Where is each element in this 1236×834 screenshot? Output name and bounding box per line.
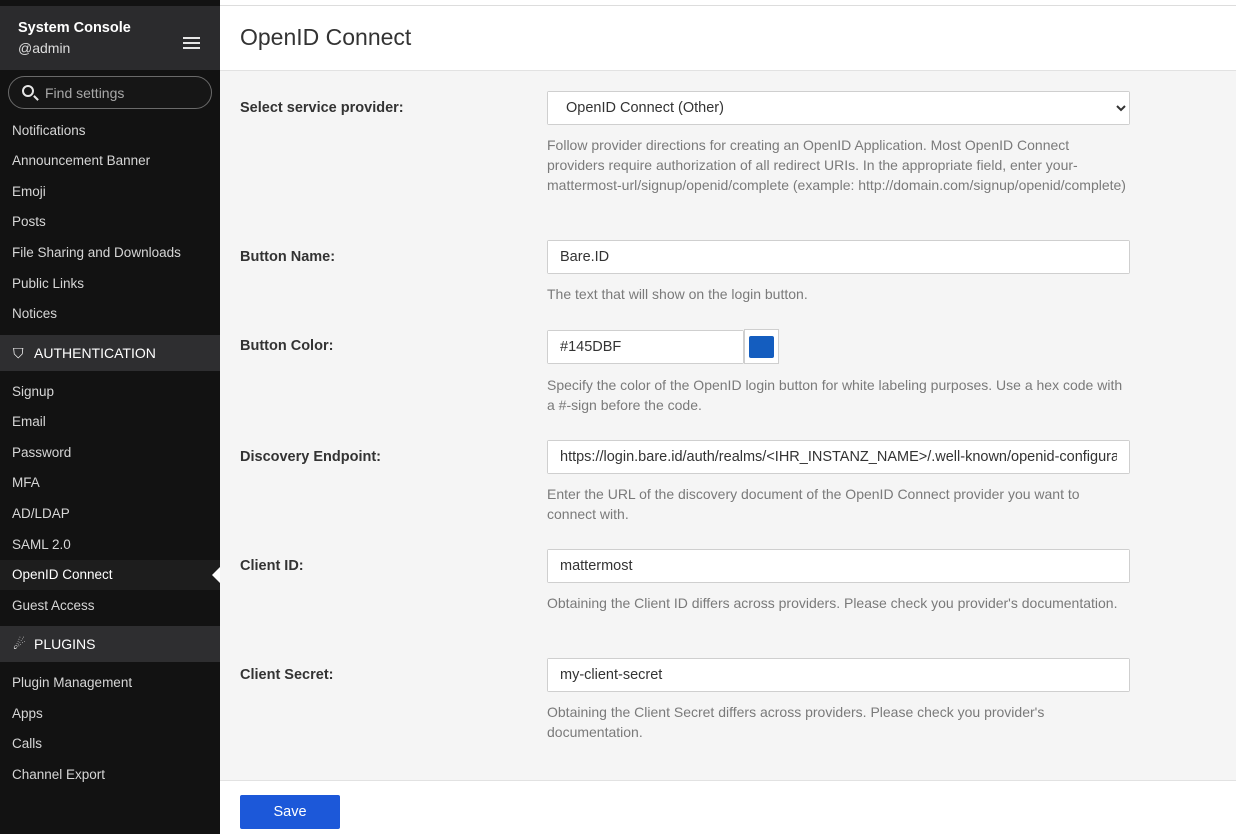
- console-title: System Console: [18, 20, 131, 36]
- sidebar-item-password[interactable]: Password: [0, 438, 220, 468]
- client-secret-label: Client Secret:: [240, 667, 334, 683]
- discovery-help: Enter the URL of the discovery document …: [547, 486, 1080, 522]
- client-secret-wrapper: [547, 658, 1130, 692]
- color-picker-button[interactable]: [744, 329, 779, 364]
- hamburger-menu-icon[interactable]: [183, 37, 200, 49]
- sidebar-item-email[interactable]: Email: [0, 407, 220, 437]
- current-user: @admin: [18, 40, 71, 56]
- page-title: OpenID Connect: [240, 24, 412, 50]
- discovery-label: Discovery Endpoint:: [240, 449, 381, 465]
- plug-icon: ☄: [13, 636, 26, 652]
- provider-label: Select service provider:: [240, 100, 404, 116]
- provider-select[interactable]: OpenID Connect (Other): [548, 92, 1129, 124]
- sidebar-header: System Console @admin: [0, 6, 220, 70]
- button-color-wrapper: [547, 330, 744, 364]
- provider-help: Follow provider directions for creating …: [547, 137, 1126, 193]
- shield-icon: ⛉: [13, 345, 24, 361]
- sidebar-item-signup[interactable]: Signup: [0, 377, 220, 407]
- settings-search[interactable]: [8, 76, 212, 109]
- client-id-input[interactable]: [548, 550, 1129, 582]
- main-content: OpenID Connect Select service provider: …: [220, 0, 1236, 834]
- section-label: PLUGINS: [34, 636, 96, 652]
- sidebar-item-emoji[interactable]: Emoji: [0, 177, 220, 207]
- button-color-label: Button Color:: [240, 338, 334, 354]
- page-header: OpenID Connect: [220, 6, 1236, 71]
- sidebar-item-notices[interactable]: Notices: [0, 299, 220, 329]
- search-icon: [22, 85, 34, 97]
- sidebar-item-posts[interactable]: Posts: [0, 207, 220, 237]
- settings-search-input[interactable]: [45, 83, 205, 103]
- sidebar-section-authentication: ⛉ AUTHENTICATION: [0, 335, 220, 371]
- sidebar-item-file-sharing[interactable]: File Sharing and Downloads: [0, 238, 220, 268]
- button-color-help: Specify the color of the OpenID login bu…: [547, 377, 1123, 413]
- client-secret-input[interactable]: [548, 659, 1129, 691]
- provider-select-wrapper: OpenID Connect (Other): [547, 91, 1130, 125]
- sidebar-item-calls[interactable]: Calls: [0, 729, 220, 759]
- save-footer: Save: [220, 780, 1236, 834]
- sidebar-item-notifications[interactable]: Notifications: [0, 116, 220, 146]
- section-label: AUTHENTICATION: [34, 345, 156, 361]
- sidebar-item-saml[interactable]: SAML 2.0: [0, 530, 220, 560]
- button-name-help: The text that will show on the login but…: [547, 286, 808, 302]
- color-swatch: [749, 336, 774, 358]
- discovery-input[interactable]: [548, 441, 1129, 473]
- button-name-input[interactable]: [548, 241, 1129, 273]
- sidebar-item-announcement-banner[interactable]: Announcement Banner: [0, 146, 220, 176]
- client-id-wrapper: [547, 549, 1130, 583]
- button-color-input[interactable]: [548, 331, 743, 363]
- client-secret-help: Obtaining the Client Secret differs acro…: [547, 704, 1045, 740]
- sidebar: System Console @admin Notifications Anno…: [0, 0, 220, 834]
- sidebar-item-public-links[interactable]: Public Links: [0, 269, 220, 299]
- sidebar-item-openid-connect[interactable]: OpenID Connect: [0, 560, 220, 590]
- button-name-label: Button Name:: [240, 249, 336, 265]
- sidebar-item-ad-ldap[interactable]: AD/LDAP: [0, 499, 220, 529]
- button-name-wrapper: [547, 240, 1130, 274]
- client-id-help: Obtaining the Client ID differs across p…: [547, 595, 1118, 611]
- discovery-wrapper: [547, 440, 1130, 474]
- sidebar-item-mfa[interactable]: MFA: [0, 468, 220, 498]
- save-button[interactable]: Save: [240, 795, 340, 829]
- sidebar-item-channel-export[interactable]: Channel Export: [0, 760, 220, 790]
- sidebar-item-plugin-management[interactable]: Plugin Management: [0, 668, 220, 698]
- client-id-label: Client ID:: [240, 558, 304, 574]
- sidebar-item-apps[interactable]: Apps: [0, 699, 220, 729]
- sidebar-item-guest-access[interactable]: Guest Access: [0, 591, 220, 621]
- sidebar-section-plugins: ☄ PLUGINS: [0, 626, 220, 662]
